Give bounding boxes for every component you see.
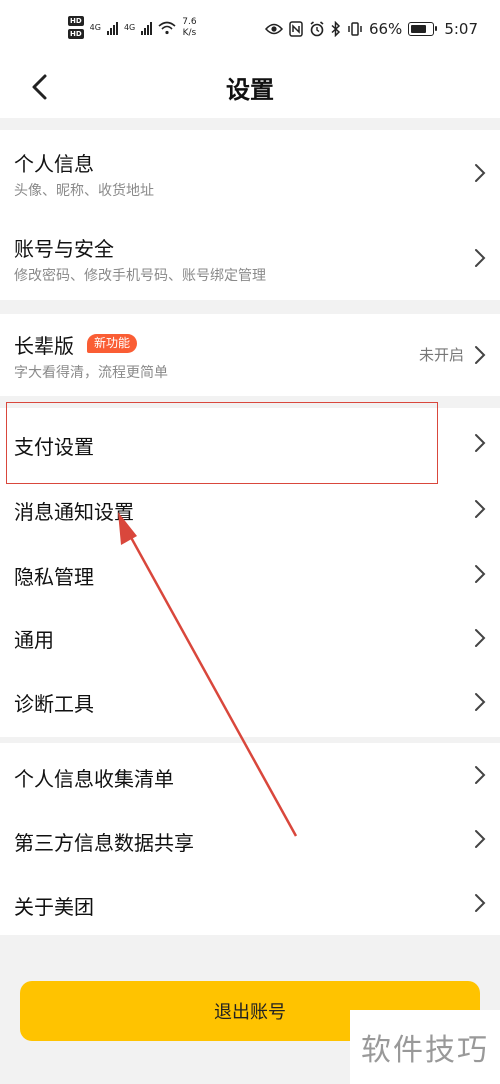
row-title: 消息通知设置 — [14, 500, 134, 524]
new-feature-badge: 新功能 — [87, 334, 138, 353]
row-title: 账号与安全 — [14, 237, 114, 261]
battery-percent: 66% — [368, 20, 403, 38]
row-personal-info[interactable]: 个人信息 头像、昵称、收货地址 — [0, 130, 500, 215]
row-title: 关于美团 — [14, 895, 94, 919]
row-notification-settings[interactable]: 消息通知设置 — [0, 478, 500, 543]
vibrate-icon — [348, 22, 362, 36]
chevron-right-icon — [474, 248, 486, 268]
chevron-right-icon — [474, 829, 486, 849]
chevron-right-icon — [474, 163, 486, 183]
row-subtitle: 字大看得清，流程更简单 — [14, 365, 168, 381]
row-about[interactable]: 关于美团 — [0, 871, 500, 935]
bluetooth-icon — [331, 21, 341, 37]
elder-group: 长辈版 新功能 字大看得清，流程更简单 未开启 — [0, 314, 500, 396]
watermark: 软件技巧 — [350, 1010, 500, 1084]
wifi-icon — [158, 21, 176, 34]
watermark-text: 软件技巧 — [361, 1033, 489, 1068]
row-subtitle: 修改密码、修改手机号码、账号绑定管理 — [14, 268, 266, 284]
speed-unit: K/s — [182, 27, 197, 38]
chevron-right-icon — [474, 765, 486, 785]
status-right: 66% 5:07 — [264, 20, 478, 38]
battery-icon — [408, 22, 438, 36]
hd-icon: HD — [68, 16, 84, 26]
signal-icon — [141, 21, 153, 35]
network-type-2: 4G — [123, 23, 136, 32]
settings-group: 支付设置 消息通知设置 隐私管理 通用 诊断工具 — [0, 408, 500, 737]
row-general[interactable]: 通用 — [0, 608, 500, 671]
hd-icon: HD — [68, 29, 84, 39]
row-title: 个人信息 — [14, 152, 94, 176]
chevron-right-icon — [474, 628, 486, 648]
chevron-right-icon — [474, 893, 486, 913]
row-title: 支付设置 — [14, 435, 94, 459]
nfc-icon — [289, 21, 303, 37]
status-left: HD HD 4G 4G 7.6 K/s — [68, 16, 197, 39]
account-group: 个人信息 头像、昵称、收货地址 账号与安全 修改密码、修改手机号码、账号绑定管理 — [0, 130, 500, 300]
info-group: 个人信息收集清单 第三方信息数据共享 关于美团 — [0, 743, 500, 935]
chevron-right-icon — [474, 345, 486, 365]
row-subtitle: 头像、昵称、收货地址 — [14, 183, 154, 199]
speed-value: 7.6 — [182, 16, 197, 27]
chevron-right-icon — [474, 433, 486, 453]
row-title: 长辈版 — [14, 334, 74, 358]
clock-time: 5:07 — [444, 20, 478, 38]
signal-icon — [106, 21, 118, 35]
chevron-right-icon — [474, 692, 486, 712]
chevron-right-icon — [474, 499, 486, 519]
row-third-party-sharing[interactable]: 第三方信息数据共享 — [0, 807, 500, 871]
elder-status: 未开启 — [418, 346, 464, 364]
logout-label: 退出账号 — [214, 1002, 286, 1023]
eye-icon — [264, 23, 283, 35]
alarm-icon — [310, 21, 324, 37]
status-bar: HD HD 4G 4G 7.6 K/s 66% 5:07 — [0, 0, 500, 60]
nav-bar: 设置 — [0, 60, 500, 118]
row-payment-settings[interactable]: 支付设置 — [0, 408, 500, 478]
row-account-security[interactable]: 账号与安全 修改密码、修改手机号码、账号绑定管理 — [0, 215, 500, 300]
network-type-1: 4G — [89, 23, 101, 32]
page-title: 设置 — [226, 76, 274, 104]
row-title: 诊断工具 — [14, 692, 94, 716]
network-speed: 7.6 K/s — [182, 17, 196, 39]
row-title: 个人信息收集清单 — [14, 767, 174, 791]
row-diagnostic-tool[interactable]: 诊断工具 — [0, 671, 500, 737]
chevron-right-icon — [474, 564, 486, 584]
hd-indicators: HD HD — [68, 16, 84, 39]
row-title: 第三方信息数据共享 — [14, 831, 194, 855]
row-info-collection[interactable]: 个人信息收集清单 — [0, 743, 500, 807]
row-title: 隐私管理 — [14, 565, 94, 589]
row-title: 通用 — [14, 628, 54, 652]
row-elder-mode[interactable]: 长辈版 新功能 字大看得清，流程更简单 未开启 — [0, 314, 500, 396]
row-privacy[interactable]: 隐私管理 — [0, 543, 500, 608]
